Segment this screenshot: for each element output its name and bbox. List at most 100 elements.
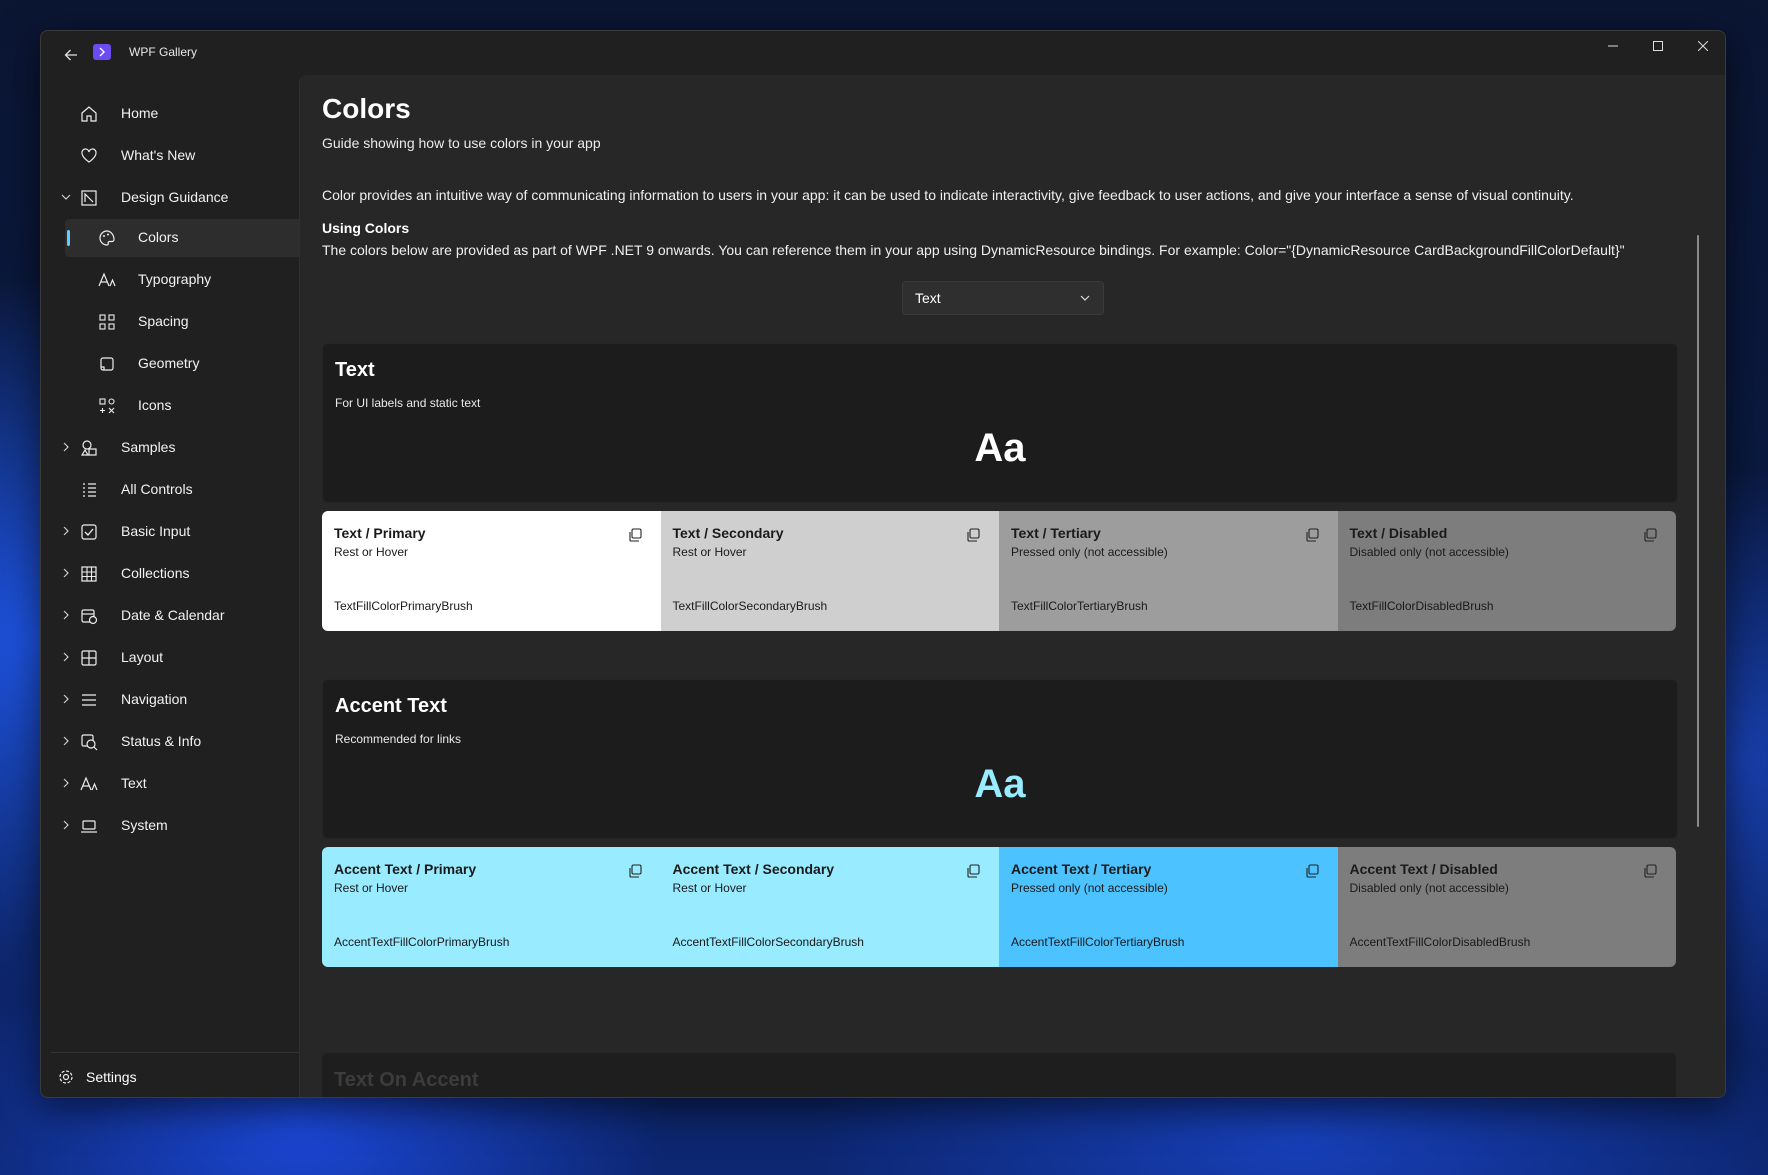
swatch-title: Text / Secondary (672, 525, 784, 541)
sidebar-item-status-info[interactable]: Status & Info (63, 723, 333, 761)
swatch-brush-name: AccentTextFillColorPrimaryBrush (334, 935, 510, 949)
sidebar-item-geometry[interactable]: Geometry (65, 345, 333, 383)
sidebar-item-label: Text (121, 775, 147, 791)
spacing-icon (99, 314, 115, 330)
chevron-right-icon[interactable] (59, 692, 73, 706)
swatch-usage: Rest or Hover (672, 881, 747, 895)
sidebar-item-typography[interactable]: Typography (65, 261, 333, 299)
window-controls (1590, 31, 1725, 61)
status-icon (81, 734, 98, 751)
page-title: Colors (322, 93, 411, 124)
typography-icon (98, 272, 116, 287)
copy-icon[interactable] (1642, 527, 1658, 543)
settings-button[interactable]: Settings (51, 1057, 311, 1097)
geometry-icon (100, 357, 114, 371)
swatch-brush-name: TextFillColorDisabledBrush (1349, 599, 1494, 613)
copy-icon[interactable] (965, 863, 981, 879)
color-swatch[interactable]: Accent Text / Secondary Rest or Hover Ac… (660, 847, 999, 967)
sidebar-item-label: Colors (138, 229, 179, 245)
minimize-icon (1607, 45, 1618, 47)
swatch-usage: Rest or Hover (334, 545, 409, 559)
sidebar-divider (51, 1052, 334, 1053)
sidebar-item-basic-input[interactable]: Basic Input (63, 513, 333, 551)
sidebar-item-whats-new[interactable]: What's New (65, 137, 333, 175)
swatch-usage: Rest or Hover (334, 881, 409, 895)
layout-icon (81, 650, 97, 666)
sidebar-item-icons[interactable]: Icons (65, 387, 333, 425)
chevron-right-icon[interactable] (59, 818, 73, 832)
chevron-right-icon[interactable] (59, 440, 73, 454)
sidebar-item-label: Home (121, 105, 159, 121)
swatch-brush-name: AccentTextFillColorTertiaryBrush (1011, 935, 1185, 949)
color-swatch[interactable]: Accent Text / Disabled Disabled only (no… (1337, 847, 1676, 967)
selection-indicator (67, 230, 70, 246)
swatch-title: Accent Text / Tertiary (1011, 861, 1152, 877)
chevron-right-icon[interactable] (59, 734, 73, 748)
category-combobox[interactable]: Text (902, 281, 1104, 315)
sidebar-item-label: Date & Calendar (121, 607, 225, 623)
copy-icon[interactable] (627, 527, 643, 543)
maximize-button[interactable] (1635, 31, 1680, 61)
sidebar-item-text[interactable]: Text (63, 765, 333, 803)
sidebar-item-spacing[interactable]: Spacing (65, 303, 333, 341)
sidebar-item-all-controls[interactable]: All Controls (65, 471, 333, 509)
list-icon (83, 483, 96, 497)
chevron-right-icon[interactable] (59, 608, 73, 622)
chevron-down-icon (1080, 295, 1090, 301)
sidebar-item-samples[interactable]: Samples (63, 429, 333, 467)
home-icon (81, 106, 97, 122)
sidebar-item-label: Icons (138, 397, 172, 413)
swatch-usage: Rest or Hover (672, 545, 747, 559)
chevron-right-icon[interactable] (59, 524, 73, 538)
swatch-row: Accent Text / Primary Rest or Hover Acce… (322, 847, 1676, 967)
chevron-right-icon[interactable] (59, 776, 73, 790)
color-swatch[interactable]: Accent Text / Tertiary Pressed only (not… (999, 847, 1338, 967)
swatch-brush-name: TextFillColorTertiaryBrush (1011, 599, 1148, 613)
color-swatch[interactable]: Text / Disabled Disabled only (not acces… (1337, 511, 1676, 631)
copy-icon[interactable] (965, 527, 981, 543)
swatch-brush-name: AccentTextFillColorSecondaryBrush (672, 935, 864, 949)
sidebar-item-colors[interactable]: Colors (65, 219, 334, 257)
grid-icon (81, 566, 97, 582)
text-icon (80, 776, 98, 791)
sidebar-item-label: What's New (121, 147, 196, 163)
color-swatch[interactable]: Text / Primary Rest or Hover TextFillCol… (322, 511, 661, 631)
copy-icon[interactable] (1642, 863, 1658, 879)
section-title: Text (335, 359, 375, 381)
combobox-value: Text (915, 290, 941, 306)
section-header-card: Text For UI labels and static text Aa (322, 343, 1678, 503)
back-button[interactable] (53, 41, 89, 69)
swatch-usage: Disabled only (not accessible) (1349, 545, 1509, 559)
minimize-button[interactable] (1590, 31, 1635, 61)
checkbox-icon (81, 524, 97, 540)
copy-icon[interactable] (1304, 863, 1320, 879)
color-swatch[interactable]: Accent Text / Primary Rest or Hover Acce… (322, 847, 661, 967)
vertical-scrollbar[interactable] (1697, 235, 1699, 827)
section-title: Accent Text (335, 695, 447, 717)
sidebar-item-label: System (121, 817, 168, 833)
chevron-down-icon[interactable] (59, 190, 73, 204)
color-section-accent-text: Accent Text Recommended for links Aa Acc… (322, 679, 1678, 969)
intro-text: Color provides an intuitive way of commu… (322, 187, 1574, 203)
color-swatch[interactable]: Text / Secondary Rest or Hover TextFillC… (660, 511, 999, 631)
chevron-right-icon[interactable] (59, 566, 73, 580)
sidebar-item-collections[interactable]: Collections (63, 555, 333, 593)
chevron-right-icon[interactable] (59, 650, 73, 664)
color-sample-text: Aa (974, 426, 1026, 470)
sidebar-item-home[interactable]: Home (65, 95, 333, 133)
sidebar-item-design-guidance[interactable]: Design Guidance (61, 179, 333, 217)
sidebar-item-date-calendar[interactable]: Date & Calendar (63, 597, 333, 635)
laptop-icon (81, 820, 97, 833)
palette-icon (99, 230, 115, 246)
samples-icon (80, 440, 97, 456)
close-icon (1697, 41, 1708, 51)
color-swatch[interactable]: Text / Tertiary Pressed only (not access… (999, 511, 1338, 631)
section-subtitle: For UI labels and static text (335, 396, 481, 410)
sidebar-item-system[interactable]: System (63, 807, 333, 845)
sidebar-item-navigation[interactable]: Navigation (63, 681, 333, 719)
close-button[interactable] (1680, 31, 1725, 61)
copy-icon[interactable] (627, 863, 643, 879)
copy-icon[interactable] (1304, 527, 1320, 543)
sidebar-item-layout[interactable]: Layout (63, 639, 333, 677)
app-window: WPF Gallery Home What's New Design Guida (40, 30, 1726, 1098)
